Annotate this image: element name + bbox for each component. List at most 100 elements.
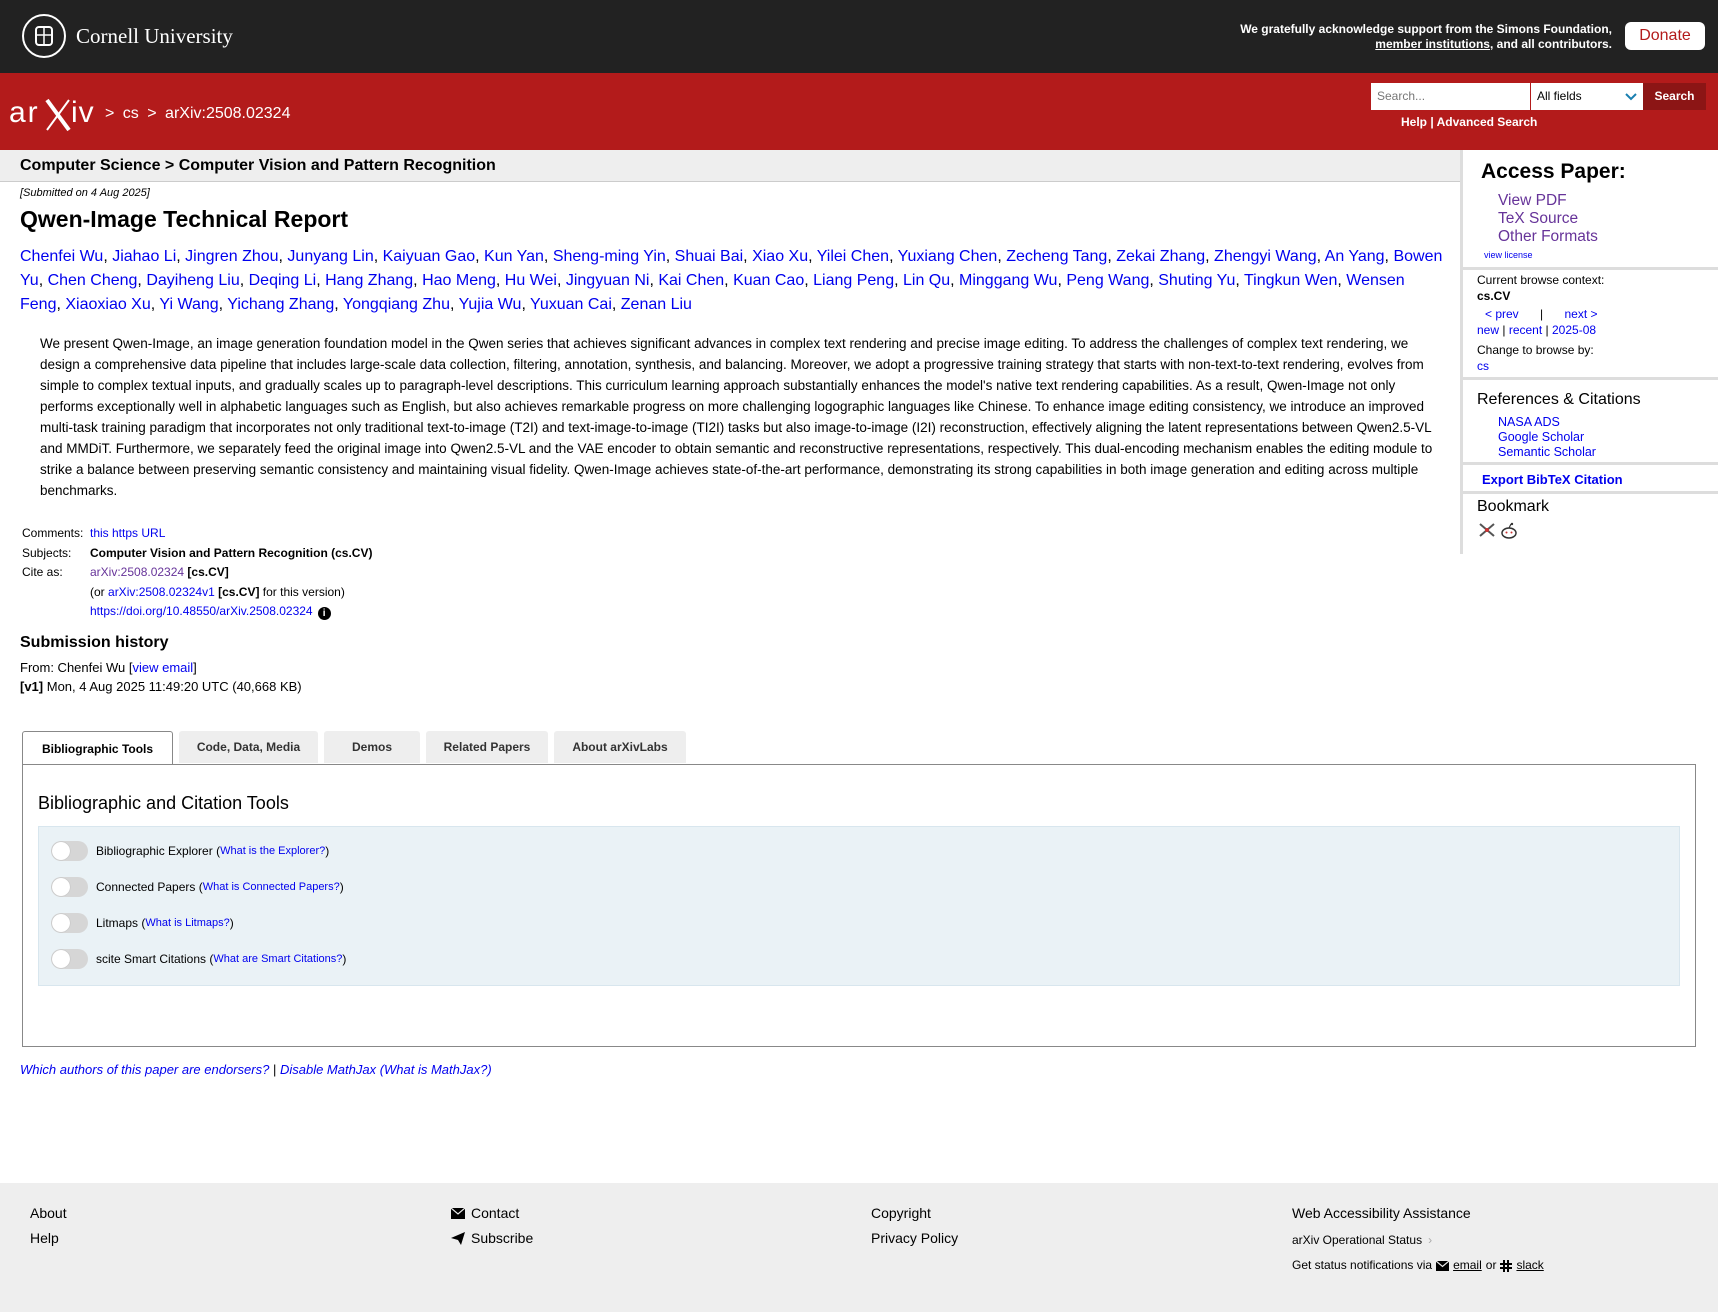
- scite-toggle[interactable]: [51, 949, 88, 969]
- author-link[interactable]: Peng Wang: [1066, 272, 1149, 289]
- advanced-search-link[interactable]: Advanced Search: [1437, 115, 1538, 129]
- abstract: We present Qwen-Image, an image generati…: [40, 336, 1433, 498]
- search-field-select[interactable]: All fields: [1531, 83, 1643, 110]
- bibsonomy-icon[interactable]: [1478, 522, 1496, 545]
- arxiv-logo-icon[interactable]: ar iv: [9, 92, 101, 134]
- status-slack-link[interactable]: slack: [1516, 1253, 1543, 1278]
- author-link[interactable]: Zekai Zhang: [1116, 248, 1205, 265]
- search-button[interactable]: Search: [1643, 83, 1706, 110]
- author-link[interactable]: Kun Yan: [484, 248, 544, 265]
- author-link[interactable]: Junyang Lin: [287, 248, 373, 265]
- footer: About Help Contact Subscribe Copyright P…: [0, 1183, 1718, 1312]
- author-link[interactable]: Yongqiang Zhu: [343, 296, 450, 313]
- new-link[interactable]: new: [1477, 323, 1499, 337]
- author-link[interactable]: Xiao Xu: [752, 248, 808, 265]
- connected-papers-toggle[interactable]: [51, 877, 88, 897]
- info-icon[interactable]: i: [317, 607, 331, 620]
- tab-about-arxivlabs[interactable]: About arXivLabs: [554, 731, 686, 763]
- scite-help-link[interactable]: What are Smart Citations?: [213, 953, 342, 965]
- doi-link[interactable]: https://doi.org/10.48550/arXiv.2508.0232…: [90, 604, 313, 618]
- author-link[interactable]: Yi Wang: [159, 296, 218, 313]
- author-link[interactable]: Kuan Cao: [733, 272, 804, 289]
- author-link[interactable]: Chen Cheng: [48, 272, 138, 289]
- author-link[interactable]: Zenan Liu: [621, 296, 692, 313]
- prev-link[interactable]: < prev: [1485, 307, 1519, 321]
- nasa-ads-link[interactable]: NASA ADS: [1498, 415, 1596, 430]
- footer-help-link[interactable]: Help: [30, 1226, 67, 1251]
- author-link[interactable]: Chenfei Wu: [20, 248, 103, 265]
- author-link[interactable]: Jingren Zhou: [185, 248, 278, 265]
- next-link[interactable]: next >: [1565, 307, 1598, 321]
- submission-history-title: Submission history: [20, 634, 169, 651]
- footer-contact-link[interactable]: Contact: [451, 1201, 533, 1226]
- author-link[interactable]: Yuxiang Chen: [898, 248, 998, 265]
- google-scholar-link[interactable]: Google Scholar: [1498, 430, 1596, 445]
- export-bibtex-link[interactable]: Export BibTeX Citation: [1482, 472, 1623, 487]
- author-link[interactable]: Sheng-ming Yin: [553, 248, 666, 265]
- tex-source-link[interactable]: TeX Source: [1498, 210, 1598, 228]
- search-input[interactable]: Search...: [1371, 83, 1530, 110]
- author-link[interactable]: An Yang: [1325, 248, 1385, 265]
- view-email-link[interactable]: view email: [132, 660, 193, 675]
- reddit-icon[interactable]: [1500, 522, 1518, 545]
- author-link[interactable]: Minggang Wu: [959, 272, 1057, 289]
- other-formats-link[interactable]: Other Formats: [1498, 228, 1598, 246]
- author-link[interactable]: Lin Qu: [903, 272, 950, 289]
- author-link[interactable]: Deqing Li: [249, 272, 317, 289]
- author-link[interactable]: Hao Meng: [422, 272, 496, 289]
- tools-box: Bibliographic Explorer (What is the Expl…: [38, 826, 1680, 986]
- author-link[interactable]: Shuting Yu: [1158, 272, 1235, 289]
- tab-bibliographic-tools[interactable]: Bibliographic Tools: [22, 731, 173, 765]
- what-is-mathjax-link[interactable]: (What is MathJax?): [380, 1062, 492, 1077]
- author-link[interactable]: Yilei Chen: [817, 248, 889, 265]
- cite-v1-link[interactable]: arXiv:2508.02324v1: [108, 585, 215, 599]
- author-link[interactable]: Yuxuan Cai: [530, 296, 612, 313]
- donate-button[interactable]: Donate: [1625, 22, 1705, 50]
- footer-subscribe-link[interactable]: Subscribe: [451, 1226, 533, 1251]
- connected-papers-help-link[interactable]: What is Connected Papers?: [203, 881, 340, 893]
- author-link[interactable]: Jingyuan Ni: [566, 272, 650, 289]
- author-link[interactable]: Jiahao Li: [112, 248, 176, 265]
- disable-mathjax-link[interactable]: Disable MathJax: [280, 1062, 376, 1077]
- author-link[interactable]: Liang Peng: [813, 272, 894, 289]
- author-link[interactable]: Kai Chen: [658, 272, 724, 289]
- cornell-logo[interactable]: Cornell University: [22, 14, 233, 58]
- author-link[interactable]: Zecheng Tang: [1006, 248, 1107, 265]
- metadata-table: Comments: this https URL Subjects: Compu…: [22, 526, 373, 620]
- author-link[interactable]: Hang Zhang: [325, 272, 413, 289]
- explorer-help-link[interactable]: What is the Explorer?: [220, 845, 325, 857]
- litmaps-toggle[interactable]: [51, 913, 88, 933]
- semantic-scholar-link[interactable]: Semantic Scholar: [1498, 445, 1596, 460]
- browse-cs-link[interactable]: cs: [1477, 359, 1489, 373]
- month-link[interactable]: 2025-08: [1552, 323, 1596, 337]
- tab-demos[interactable]: Demos: [324, 731, 420, 763]
- member-institutions-link[interactable]: member institutions: [1375, 37, 1490, 51]
- view-pdf-link[interactable]: View PDF: [1498, 192, 1598, 210]
- author-link[interactable]: Hu Wei: [505, 272, 557, 289]
- bibliographic-explorer-toggle[interactable]: [51, 841, 88, 861]
- author-link[interactable]: Kaiyuan Gao: [383, 248, 476, 265]
- author-link[interactable]: Tingkun Wen: [1244, 272, 1337, 289]
- breadcrumb-cs[interactable]: cs: [123, 105, 139, 122]
- endorsers-link[interactable]: Which authors of this paper are endorser…: [20, 1062, 269, 1077]
- footer-accessibility-link[interactable]: Web Accessibility Assistance: [1292, 1201, 1544, 1226]
- comments-link[interactable]: this https URL: [90, 526, 165, 540]
- footer-privacy-link[interactable]: Privacy Policy: [871, 1226, 958, 1251]
- recent-link[interactable]: recent: [1509, 323, 1542, 337]
- litmaps-help-link[interactable]: What is Litmaps?: [145, 917, 229, 929]
- help-link[interactable]: Help: [1401, 115, 1427, 129]
- tab-code-data-media[interactable]: Code, Data, Media: [179, 731, 318, 763]
- footer-status-link[interactable]: arXiv Operational Status ›: [1292, 1228, 1544, 1253]
- author-link[interactable]: Shuai Bai: [675, 248, 744, 265]
- footer-about-link[interactable]: About: [30, 1201, 67, 1226]
- author-link[interactable]: Xiaoxiao Xu: [65, 296, 150, 313]
- author-link[interactable]: Dayiheng Liu: [146, 272, 239, 289]
- footer-copyright-link[interactable]: Copyright: [871, 1201, 958, 1226]
- tab-related-papers[interactable]: Related Papers: [426, 731, 548, 763]
- status-email-link[interactable]: email: [1453, 1253, 1482, 1278]
- author-link[interactable]: Zhengyi Wang: [1214, 248, 1317, 265]
- cite-id-link[interactable]: arXiv:2508.02324: [90, 565, 184, 579]
- author-link[interactable]: Yichang Zhang: [227, 296, 334, 313]
- view-license-link[interactable]: view license: [1484, 250, 1533, 260]
- author-link[interactable]: Yujia Wu: [459, 296, 522, 313]
